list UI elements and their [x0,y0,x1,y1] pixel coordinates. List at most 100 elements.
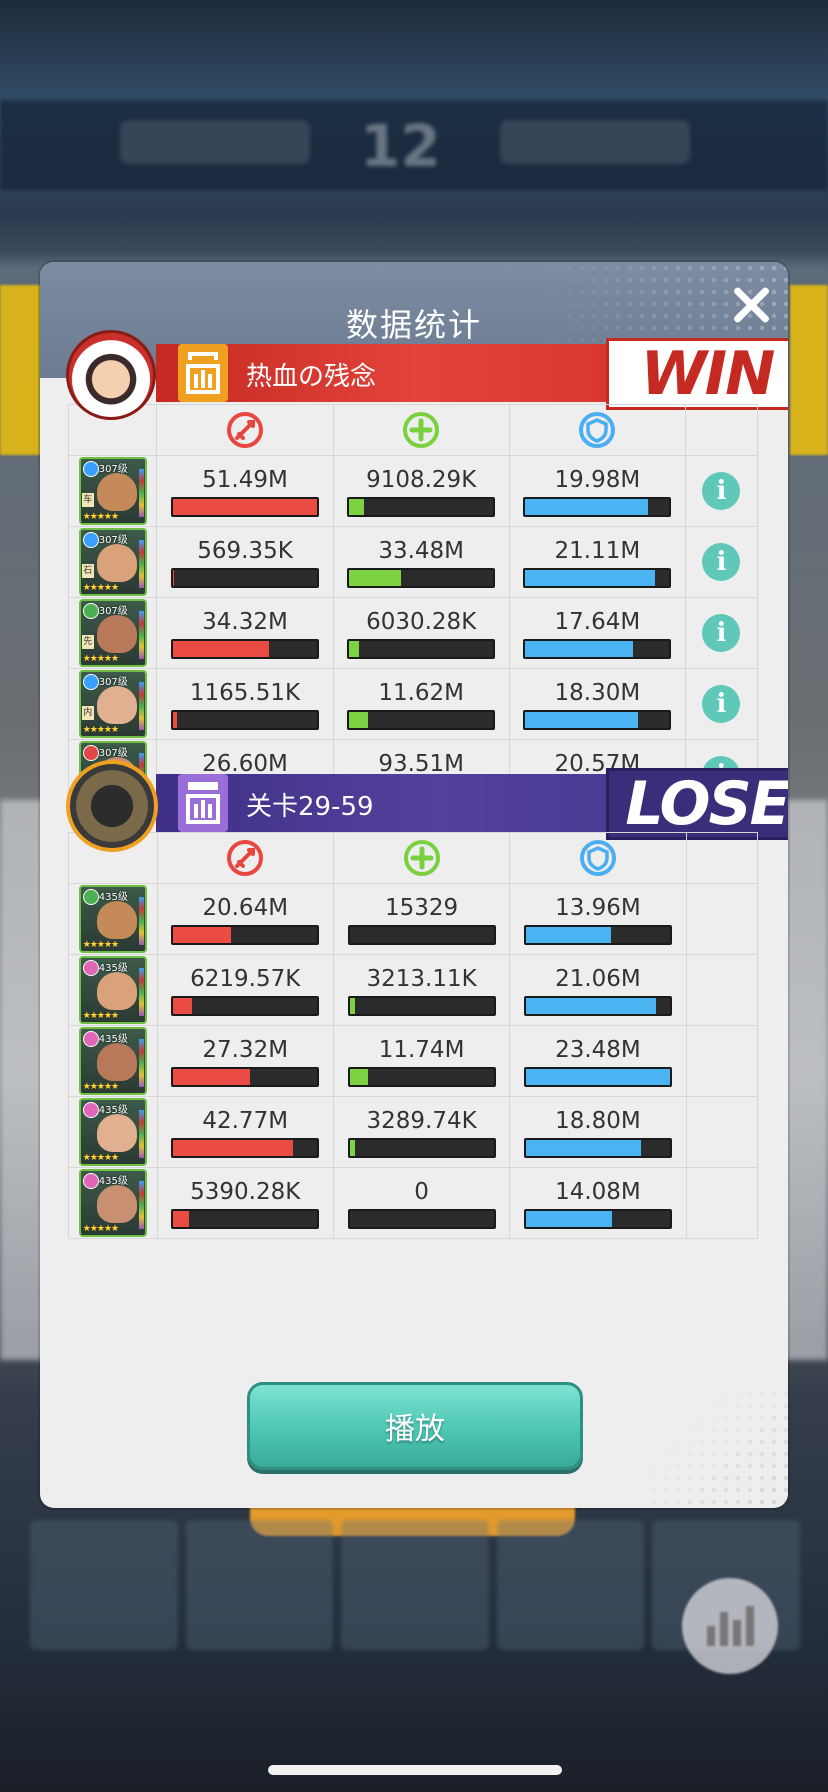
heal-bar-fill [349,1140,356,1156]
hero-cell: 307级内 ★★★★★ [67,668,158,740]
damage-value: 51.49M [202,467,288,493]
defense-cell: 23.48M [509,1025,687,1097]
hero-rank-bar [138,1181,144,1229]
hero-portrait[interactable]: 435级 ★★★★★ [78,1098,147,1166]
hero-cell: 435级 ★★★★★ [68,883,158,955]
info-cell [685,883,759,955]
stats-dialog: 数据统计 热血の残念 WIN 307级 车 ★★★★★ 51.49M 9108.… [40,262,788,1508]
hero-portrait[interactable]: 435级 ★★★★★ [78,1027,147,1095]
hero-portrait[interactable]: 307级石 ★★★★★ [78,528,147,596]
hero-rank-bar [138,611,144,659]
defense-cell: 19.98M [508,455,686,527]
damage-bar-fill [173,641,270,657]
hero-level: 307级 [98,677,128,688]
position-label: 内 [81,706,94,720]
hero-cell: 435级 ★★★★★ [68,1025,158,1097]
header-defense-cell [508,404,686,456]
hero-cell: 435级 ★★★★★ [68,1096,158,1168]
hero-portrait[interactable]: 307级先 ★★★★★ [78,599,147,667]
hero-cell: 435级 ★★★★★ [68,1167,158,1239]
bar-chart-icon [706,1606,754,1646]
defense-value: 17.64M [554,609,641,635]
heal-cell: 0 [332,1167,511,1239]
damage-bar [171,1138,320,1158]
heal-value: 9108.29K [366,467,477,493]
element-badge-icon [82,461,99,477]
star-rating-icon: ★★★★★ [82,1082,119,1092]
defense-bar [523,1138,672,1158]
hero-rank-bar [138,540,144,588]
table-row: 307级车 ★★★★★ 51.49M 9108.29K 19.98M i [67,455,759,527]
shield-icon [579,840,616,876]
defense-bar-fill [525,1211,613,1227]
damage-bar [171,639,319,659]
defense-cell: 17.64M [508,597,686,669]
heal-value: 15329 [384,895,459,921]
heal-bar [347,925,496,945]
info-cell [685,1025,759,1097]
defense-value: 19.98M [554,467,641,493]
heal-bar-fill [349,499,364,515]
damage-bar [171,710,319,730]
damage-value: 1165.51K [189,680,301,706]
damage-bar [171,568,319,588]
heal-bar-fill [349,570,402,586]
win-strip: 热血の残念 [156,344,629,402]
hero-rank-bar [138,897,144,945]
heal-bar [347,1209,496,1229]
hero-portrait[interactable]: 307级车 ★★★★★ [78,457,147,525]
defense-bar-fill [525,927,611,943]
hero-face [96,473,137,511]
defense-bar [523,925,672,945]
heal-cell: 11.74M [332,1025,511,1097]
hero-level: 435级 [98,892,128,903]
info-icon[interactable]: i [702,614,741,652]
star-rating-icon: ★★★★★ [82,654,119,664]
background-right-panel [500,120,690,164]
info-icon[interactable]: i [702,472,741,510]
team-banner-win: 热血の残念 WIN [66,330,788,420]
heal-bar [347,710,496,730]
heal-bar-fill [349,641,360,657]
shield-icon [579,412,616,448]
home-indicator[interactable] [268,1765,562,1775]
header-damage-cell [156,832,334,884]
hero-level: 307级 [98,535,128,546]
info-cell [685,954,759,1026]
background-left-panel [120,120,310,164]
header-defense-cell [509,832,687,884]
table-row: 435级 ★★★★★ 20.64M 15329 13.96M [68,883,759,955]
damage-cell: 5390.28K [156,1167,334,1239]
defense-cell: 21.06M [509,954,687,1026]
info-icon[interactable]: i [702,543,741,581]
heal-bar-fill [349,712,368,728]
damage-bar [171,996,320,1016]
defense-bar-fill [525,1069,670,1085]
star-rating-icon: ★★★★★ [82,725,119,735]
hero-portrait[interactable]: 435级 ★★★★★ [78,1169,147,1237]
hero-portrait[interactable]: 435级 ★★★★★ [78,885,147,953]
heal-bar-fill [349,1069,369,1085]
defense-value: 21.11M [554,538,641,564]
defense-bar [523,497,672,517]
hero-portrait[interactable]: 307级内 ★★★★★ [78,670,147,738]
hero-level: 307级 [98,464,128,475]
defense-value: 23.48M [555,1037,641,1063]
info-icon[interactable]: i [702,685,741,723]
heal-bar [347,639,496,659]
win-label: WIN [606,338,788,410]
lose-strip: 关卡29-59 [156,774,629,832]
background-yellow-edge [790,285,828,455]
play-button[interactable]: 播放 [247,1382,583,1470]
close-icon[interactable] [726,280,776,330]
table-row: 435级 ★★★★★ 42.77M 3289.74K 18.80M [68,1096,759,1168]
hero-portrait[interactable]: 435级 ★★★★★ [78,956,147,1024]
hero-rank-bar [138,1110,144,1158]
position-label: 车 [81,493,94,507]
defense-value: 14.08M [555,1179,641,1205]
star-rating-icon: ★★★★★ [82,583,119,593]
heal-value: 3213.11K [366,966,477,992]
heal-bar [347,1067,496,1087]
player-avatar[interactable] [66,330,156,420]
heal-cell: 33.48M [332,526,510,598]
